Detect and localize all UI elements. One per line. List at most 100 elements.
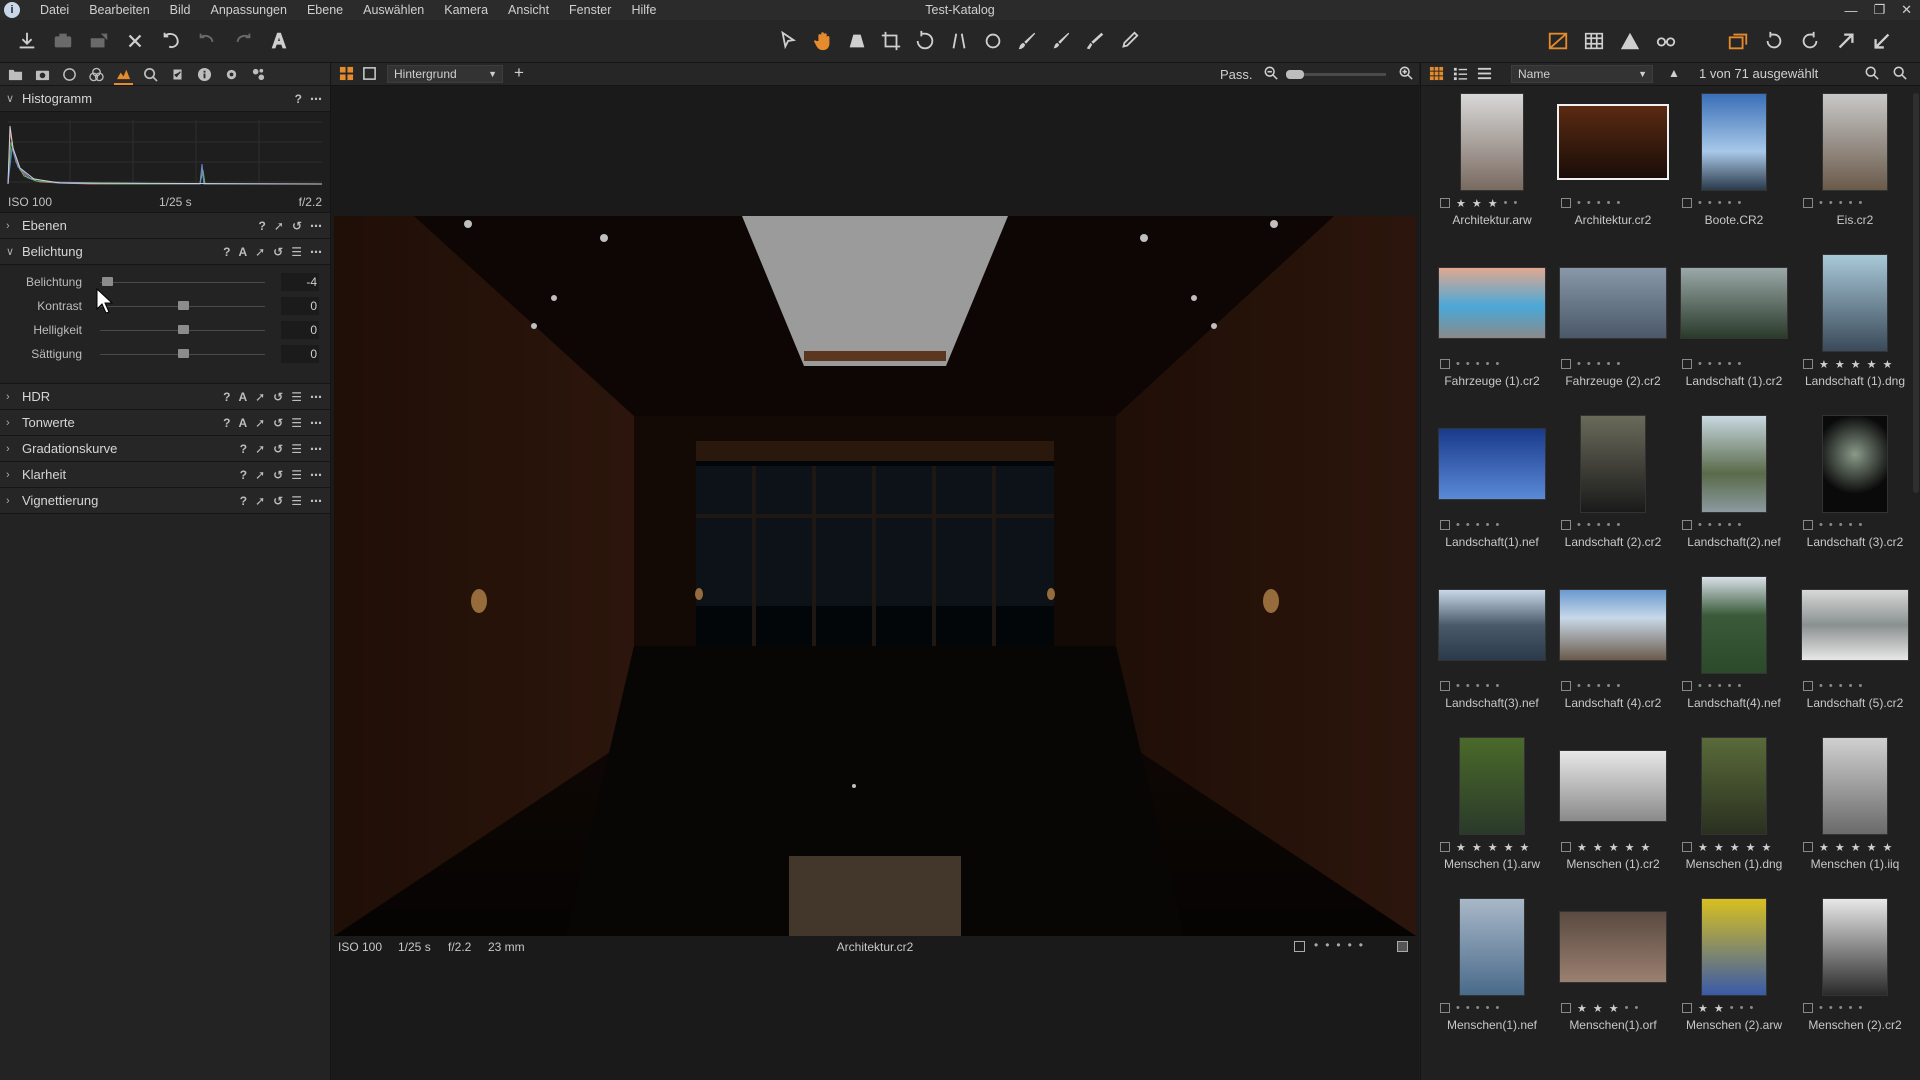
thumbnail-checkbox[interactable]: [1440, 1003, 1450, 1013]
rating-dot[interactable]: •: [1728, 197, 1732, 209]
undo-all-icon[interactable]: [158, 28, 184, 54]
rating-dot[interactable]: •: [1829, 680, 1833, 692]
thumbnail-frame[interactable]: [1795, 737, 1915, 835]
section-ebenen-header[interactable]: › Ebenen? ➚ ↺ ⋯: [0, 213, 330, 239]
thumbnail-checkbox[interactable]: [1803, 359, 1813, 369]
rating-dot[interactable]: •: [1728, 680, 1732, 692]
lens-tab-icon[interactable]: [60, 65, 79, 84]
thumbnail-item[interactable]: • • • • • Architektur.cr2: [1553, 93, 1673, 253]
thumbnail-checkbox[interactable]: [1440, 520, 1450, 530]
star-icon[interactable]: ★: [1867, 841, 1877, 854]
thumbnail-frame[interactable]: [1432, 415, 1552, 513]
filter-icon[interactable]: [1865, 66, 1879, 83]
help-icon[interactable]: ?: [240, 468, 247, 482]
rating-dot[interactable]: •: [1839, 1002, 1843, 1014]
detail-view-icon[interactable]: [1477, 66, 1492, 84]
proof-glasses-icon[interactable]: [1653, 28, 1679, 54]
star-icon[interactable]: ★: [1609, 1002, 1619, 1015]
thumbnail-item[interactable]: • • • • • Landschaft(2).nef: [1674, 415, 1794, 575]
zoom-in-icon[interactable]: [1399, 66, 1413, 83]
thumbnail-item[interactable]: • • • • • Menschen (2).cr2: [1795, 898, 1915, 1058]
rating-dot[interactable]: •: [1858, 1002, 1862, 1014]
rating-dot[interactable]: •: [1634, 1002, 1638, 1014]
rating-dot[interactable]: •: [1728, 358, 1732, 370]
star-icon[interactable]: ★: [1714, 841, 1724, 854]
thumbnail-image[interactable]: [1801, 589, 1909, 661]
star-icon[interactable]: ★: [1819, 358, 1829, 371]
copy-apply-icon[interactable]: ➚: [255, 468, 265, 482]
rating-dot[interactable]: •: [1607, 197, 1611, 209]
reset-icon[interactable]: ↺: [273, 390, 283, 404]
thumbnail-checkbox[interactable]: [1440, 842, 1450, 852]
rating-dot[interactable]: •: [1819, 680, 1823, 692]
copy-apply-icon[interactable]: ➚: [255, 442, 265, 456]
star-icon[interactable]: ★: [1835, 358, 1845, 371]
zoom-slider-thumb[interactable]: [1286, 70, 1304, 79]
auto-icon[interactable]: A: [238, 245, 247, 259]
thumbnail-item[interactable]: • • • • • Landschaft (1).cr2: [1674, 254, 1794, 414]
rating-dot[interactable]: •: [1476, 1002, 1480, 1014]
rating-dot[interactable]: •: [1577, 197, 1581, 209]
auto-icon[interactable]: A: [238, 390, 247, 404]
thumbnail-item[interactable]: ★ ★ • • • Menschen (2).arw: [1674, 898, 1794, 1058]
rating-dot[interactable]: •: [1708, 197, 1712, 209]
thumbnail-item[interactable]: • • • • • Menschen(1).nef: [1432, 898, 1552, 1058]
add-layer-icon[interactable]: +: [514, 63, 524, 83]
close-window-icon[interactable]: ✕: [1901, 2, 1912, 18]
rating-dot[interactable]: •: [1607, 680, 1611, 692]
thumbnail-frame[interactable]: [1432, 898, 1552, 996]
rating-dot[interactable]: •: [1577, 680, 1581, 692]
presets-icon[interactable]: ☰: [291, 442, 302, 456]
thumbnail-image[interactable]: [1559, 750, 1667, 822]
thumbnail-frame[interactable]: [1795, 576, 1915, 674]
rating-dot[interactable]: •: [1829, 519, 1833, 531]
thumbnail-frame[interactable]: [1795, 254, 1915, 352]
thumbnail-checkbox[interactable]: [1803, 198, 1813, 208]
thumbnail-image[interactable]: [1438, 267, 1546, 339]
rating-dot[interactable]: •: [1839, 680, 1843, 692]
thumbnail-item[interactable]: • • • • • Landschaft (3).cr2: [1795, 415, 1915, 575]
help-icon[interactable]: ?: [223, 416, 230, 430]
thumbnail-item[interactable]: ★ ★ ★ ★ ★ Landschaft (1).dng: [1795, 254, 1915, 414]
thumbnail-image[interactable]: [1822, 254, 1888, 352]
color-tab-icon[interactable]: [87, 65, 106, 84]
slider-value[interactable]: 0: [281, 297, 319, 315]
thumbnail-image[interactable]: [1438, 589, 1546, 661]
thumbnail-checkbox[interactable]: [1440, 198, 1450, 208]
grid-view-icon[interactable]: [339, 66, 354, 84]
thumbnail-item[interactable]: ★ ★ ★ • • Menschen(1).orf: [1553, 898, 1673, 1058]
rating-dot[interactable]: •: [1698, 197, 1702, 209]
more-icon[interactable]: ⋯: [310, 442, 322, 456]
rating-dot[interactable]: •: [1718, 519, 1722, 531]
minimize-icon[interactable]: —: [1844, 3, 1857, 18]
rating-dot[interactable]: •: [1616, 680, 1620, 692]
star-icon[interactable]: ★: [1819, 841, 1829, 854]
slider-value[interactable]: 0: [281, 345, 319, 363]
thumbnail-frame[interactable]: [1795, 93, 1915, 191]
thumbnail-checkbox[interactable]: [1440, 681, 1450, 691]
menu-auswählen[interactable]: Auswählen: [353, 0, 434, 20]
thumbnail-item[interactable]: ★ ★ ★ ★ ★ Menschen (1).dng: [1674, 737, 1794, 897]
rating-dot[interactable]: •: [1849, 1002, 1853, 1014]
info-rating-dots[interactable]: •••••: [1314, 938, 1370, 952]
thumbnail-checkbox[interactable]: [1682, 1003, 1692, 1013]
rating-dot[interactable]: •: [1698, 680, 1702, 692]
star-icon[interactable]: ★: [1488, 841, 1498, 854]
thumbnail-frame[interactable]: [1432, 93, 1552, 191]
rating-dot[interactable]: •: [1597, 680, 1601, 692]
rating-dot[interactable]: •: [1708, 680, 1712, 692]
star-icon[interactable]: ★: [1488, 197, 1498, 210]
thumbnail-item[interactable]: ★ ★ ★ • • Architektur.arw: [1432, 93, 1552, 253]
thumbnail-image[interactable]: [1459, 898, 1525, 996]
rating-dot[interactable]: •: [1607, 519, 1611, 531]
reset-icon[interactable]: ↺: [292, 219, 302, 233]
rating-dot[interactable]: •: [1708, 358, 1712, 370]
thumbnail-checkbox[interactable]: [1803, 681, 1813, 691]
thumbnail-frame[interactable]: [1432, 254, 1552, 352]
slider-thumb[interactable]: [177, 349, 189, 358]
slider-thumb[interactable]: [177, 325, 189, 334]
rating-dot[interactable]: •: [1466, 358, 1470, 370]
star-icon[interactable]: ★: [1730, 841, 1740, 854]
eraser-tool-icon[interactable]: [1116, 28, 1142, 54]
star-icon[interactable]: ★: [1762, 841, 1772, 854]
